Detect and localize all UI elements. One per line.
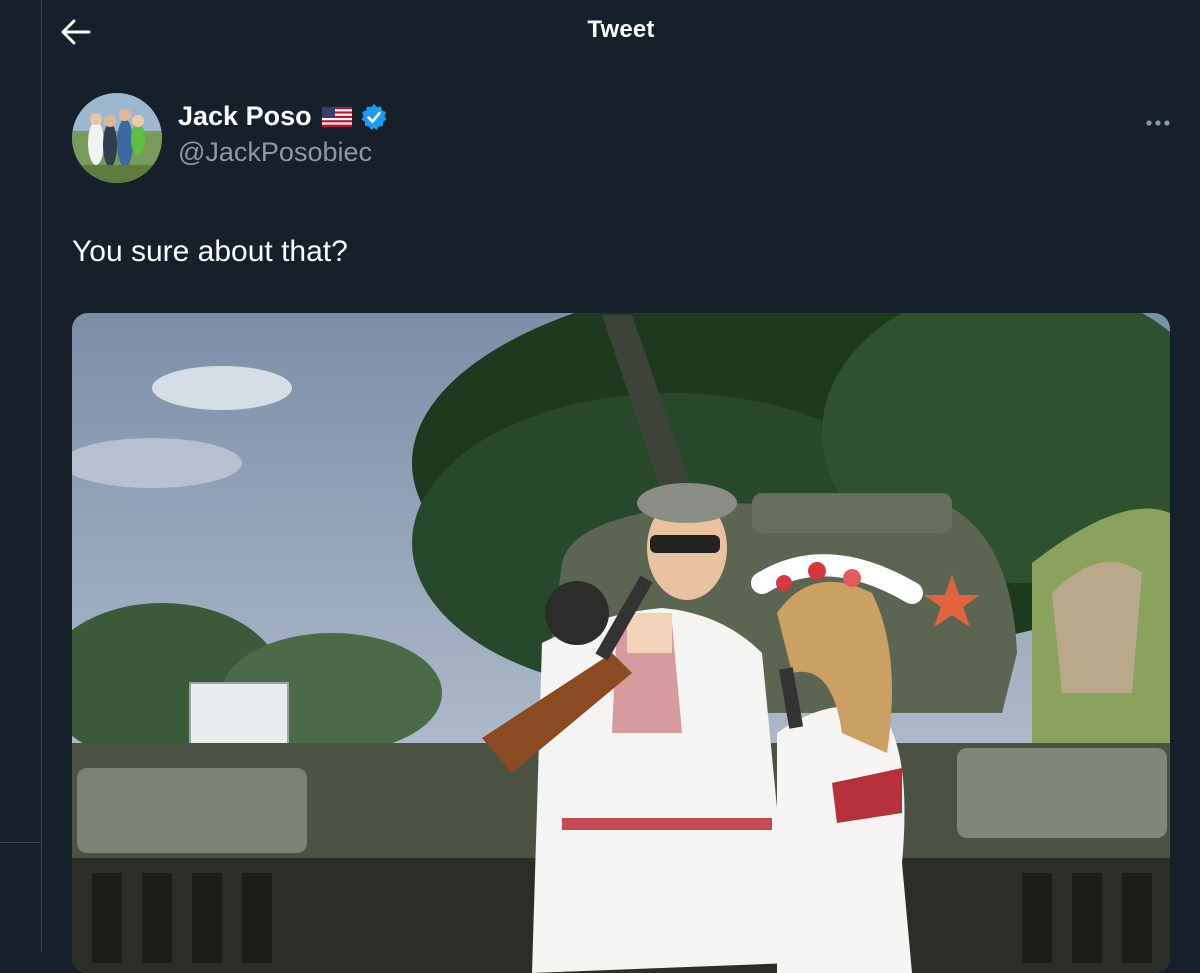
photo-image	[72, 313, 1170, 973]
user-handle[interactable]: @JackPosobiec	[178, 137, 372, 168]
page-title: Tweet	[587, 16, 655, 43]
avatar[interactable]	[72, 93, 162, 183]
rail-divider	[0, 842, 41, 843]
tweet-author: Jack Poso @JackPosobiec	[72, 93, 1172, 185]
tweet-detail-column: Tweet Jack Poso @JackPosobiec You sure a…	[42, 0, 1200, 973]
us-flag-icon	[321, 106, 352, 127]
tweet-text: You sure about that?	[72, 235, 348, 268]
name-row: Jack Poso	[178, 101, 388, 132]
tweet-media-photo[interactable]	[72, 313, 1170, 973]
more-options-button[interactable]	[1132, 108, 1184, 138]
avatar-photo	[72, 93, 162, 183]
verified-badge-icon	[360, 103, 388, 131]
left-nav-rail	[0, 0, 42, 953]
top-bar: Tweet	[42, 0, 1200, 64]
more-horizontal-icon	[1146, 120, 1170, 126]
display-name[interactable]: Jack Poso	[178, 101, 312, 132]
